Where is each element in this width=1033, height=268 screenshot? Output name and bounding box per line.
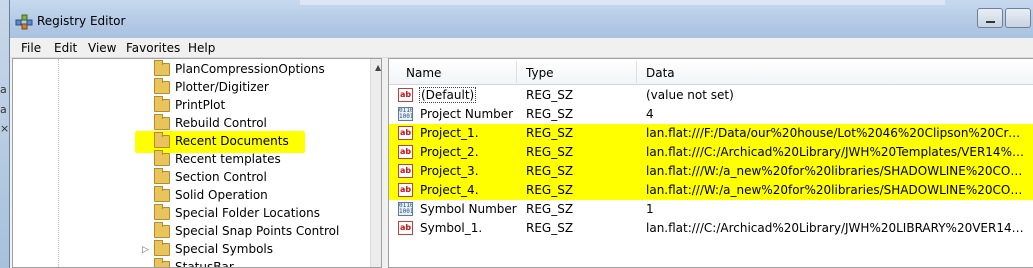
blurred-background — [300, 0, 945, 5]
value-type: REG_SZ — [526, 126, 574, 140]
expand-arrow-icon[interactable]: ▷ — [142, 245, 149, 255]
string-value-icon: ab — [398, 183, 413, 197]
value-name: Project_3. — [420, 164, 479, 178]
value-type: REG_SZ — [526, 183, 574, 197]
folder-icon — [154, 114, 170, 130]
value-type: REG_SZ — [526, 145, 574, 159]
title-bar[interactable]: Registry Editor — [10, 0, 1033, 38]
value-data: lan.flat:///F:/Data/our%20house/Lot%2046… — [646, 126, 1026, 140]
string-value-icon: ab — [398, 88, 413, 102]
value-row[interactable]: ab Project_1. REG_SZ lan.flat:///F:/Data… — [389, 124, 1033, 143]
folder-icon — [154, 240, 170, 256]
value-row[interactable]: ab Project_4. REG_SZ lan.flat:///W:/a_ne… — [389, 181, 1033, 200]
registry-key-tree[interactable]: PlanCompressionOptions Plotter/Digitizer… — [12, 58, 382, 268]
folder-icon — [154, 60, 170, 76]
tree-item-recent-documents[interactable]: Recent Documents — [13, 131, 381, 153]
column-divider[interactable] — [516, 61, 517, 83]
list-header: Name Type Data — [389, 59, 1033, 85]
value-name: Project_2. — [420, 145, 479, 159]
column-header-data[interactable]: Data — [646, 66, 675, 80]
tree-item[interactable]: PlanCompressionOptions — [13, 60, 381, 79]
tree-item[interactable]: Recent templates — [13, 150, 381, 169]
value-data: lan.flat:///C:/Archicad%20Library/JWH%20… — [646, 145, 1026, 159]
value-row[interactable]: ab Project_3. REG_SZ lan.flat:///W:/a_ne… — [389, 162, 1033, 181]
value-row[interactable]: ab (Default) REG_SZ (value not set) — [389, 86, 1033, 105]
value-name: Project_1. — [420, 126, 479, 140]
value-data: lan.flat:///W:/a_new%20for%20libraries/S… — [646, 164, 1026, 178]
folder-icon — [154, 78, 170, 94]
menu-edit[interactable]: Edit — [54, 41, 77, 55]
column-header-name[interactable]: Name — [406, 66, 441, 80]
value-data: lan.flat:///C:/Archicad%20Library/JWH%20… — [646, 221, 1026, 235]
folder-icon — [154, 222, 170, 238]
folder-icon — [154, 96, 170, 112]
value-name: Symbol Number — [420, 202, 517, 216]
registry-editor-icon — [15, 14, 33, 30]
tree-item[interactable]: Solid Operation — [13, 186, 381, 205]
value-row[interactable]: ab Project_2. REG_SZ lan.flat:///C:/Arch… — [389, 143, 1033, 162]
value-name: Project_4. — [420, 183, 479, 197]
tree-item[interactable]: Special Snap Points Control — [13, 222, 381, 241]
value-name: Symbol_1. — [420, 221, 483, 235]
menu-favorites[interactable]: Favorites — [126, 41, 180, 55]
string-value-icon: ab — [398, 145, 413, 159]
value-type: REG_SZ — [526, 88, 574, 102]
folder-icon — [154, 132, 170, 148]
value-row[interactable]: 0110 1001 Symbol Number REG_SZ 1 — [389, 200, 1033, 219]
value-data: 4 — [646, 107, 654, 121]
folder-icon — [154, 258, 170, 267]
tree-item[interactable]: ▷ Special Symbols — [13, 240, 381, 259]
string-value-icon: ab — [398, 126, 413, 140]
value-row[interactable]: 0110 1001 Project Number REG_SZ 4 — [389, 105, 1033, 124]
column-header-type[interactable]: Type — [526, 66, 554, 80]
menu-help[interactable]: Help — [188, 41, 215, 55]
value-name: Project Number — [420, 107, 514, 121]
value-data: 1 — [646, 202, 654, 216]
folder-icon — [154, 168, 170, 184]
folder-icon — [154, 186, 170, 202]
tree-item[interactable]: Special Folder Locations — [13, 204, 381, 223]
string-value-icon: ab — [398, 221, 413, 235]
folder-icon — [154, 204, 170, 220]
scroll-up-arrow-icon[interactable]: ▲ — [375, 63, 381, 72]
menu-view[interactable]: View — [88, 41, 116, 55]
value-type: REG_SZ — [526, 202, 574, 216]
value-type: REG_SZ — [526, 164, 574, 178]
tree-item[interactable]: Plotter/Digitizer — [13, 78, 381, 97]
value-data: (value not set) — [646, 88, 734, 102]
binary-value-icon: 0110 1001 — [398, 107, 413, 121]
folder-icon — [154, 150, 170, 166]
column-divider[interactable] — [636, 61, 637, 83]
menu-bar: File Edit View Favorites Help — [10, 38, 1033, 58]
tree-item[interactable]: PrintPlot — [13, 96, 381, 115]
tree-scrollbar[interactable]: ▲ — [370, 59, 381, 267]
value-row[interactable]: ab Symbol_1. REG_SZ lan.flat:///C:/Archi… — [389, 219, 1033, 238]
minimize-button[interactable] — [977, 8, 1003, 28]
registry-value-list[interactable]: Name Type Data ab (Default) REG_SZ (valu… — [388, 58, 1033, 268]
binary-value-icon: 0110 1001 — [398, 202, 413, 216]
string-value-icon: ab — [398, 164, 413, 178]
window-title: Registry Editor — [37, 14, 126, 28]
tree-item[interactable]: Section Control — [13, 168, 381, 187]
maximize-button[interactable] — [1005, 8, 1031, 28]
tree-item[interactable]: StatusBar — [13, 258, 381, 267]
registry-editor-window: Registry Editor File Edit View Favorites… — [9, 0, 1033, 268]
value-type: REG_SZ — [526, 107, 574, 121]
value-type: REG_SZ — [526, 221, 574, 235]
background-window-edge: a a × — [0, 0, 9, 268]
value-data: lan.flat:///W:/a_new%20for%20libraries/S… — [646, 183, 1026, 197]
menu-file[interactable]: File — [21, 41, 41, 55]
value-name: (Default) — [418, 87, 477, 103]
